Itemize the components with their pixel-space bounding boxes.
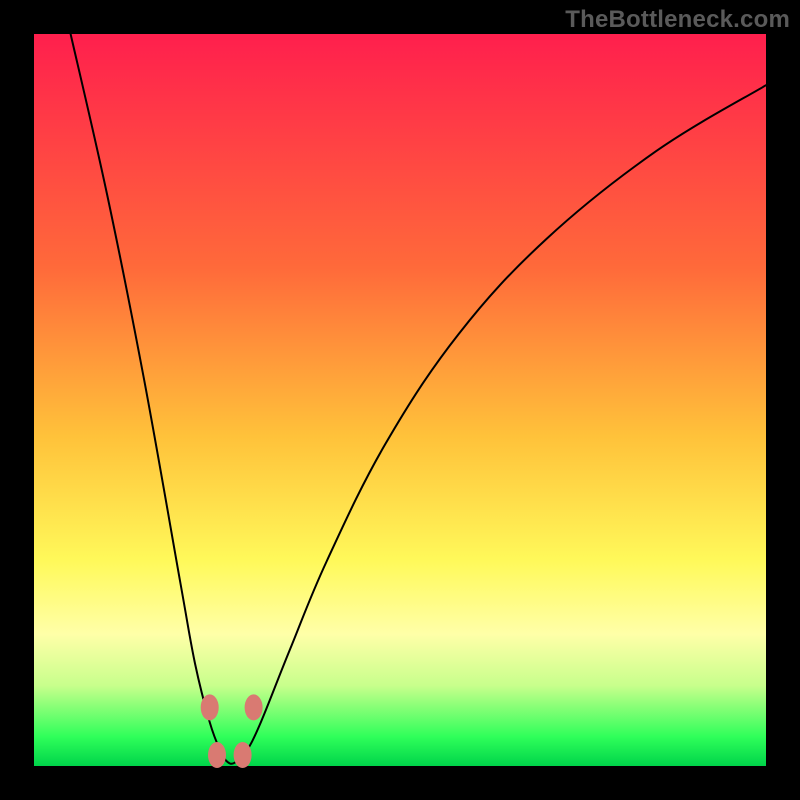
curve-marker-1	[208, 742, 226, 768]
bottleneck-curve	[71, 34, 766, 764]
plot-area	[34, 34, 766, 766]
curve-marker-2	[234, 742, 252, 768]
chart-frame: TheBottleneck.com	[0, 0, 800, 800]
curve-marker-0	[201, 694, 219, 720]
curve-marker-3	[245, 694, 263, 720]
markers-group	[201, 694, 263, 768]
watermark-text: TheBottleneck.com	[565, 6, 790, 34]
curve-layer	[34, 34, 766, 766]
